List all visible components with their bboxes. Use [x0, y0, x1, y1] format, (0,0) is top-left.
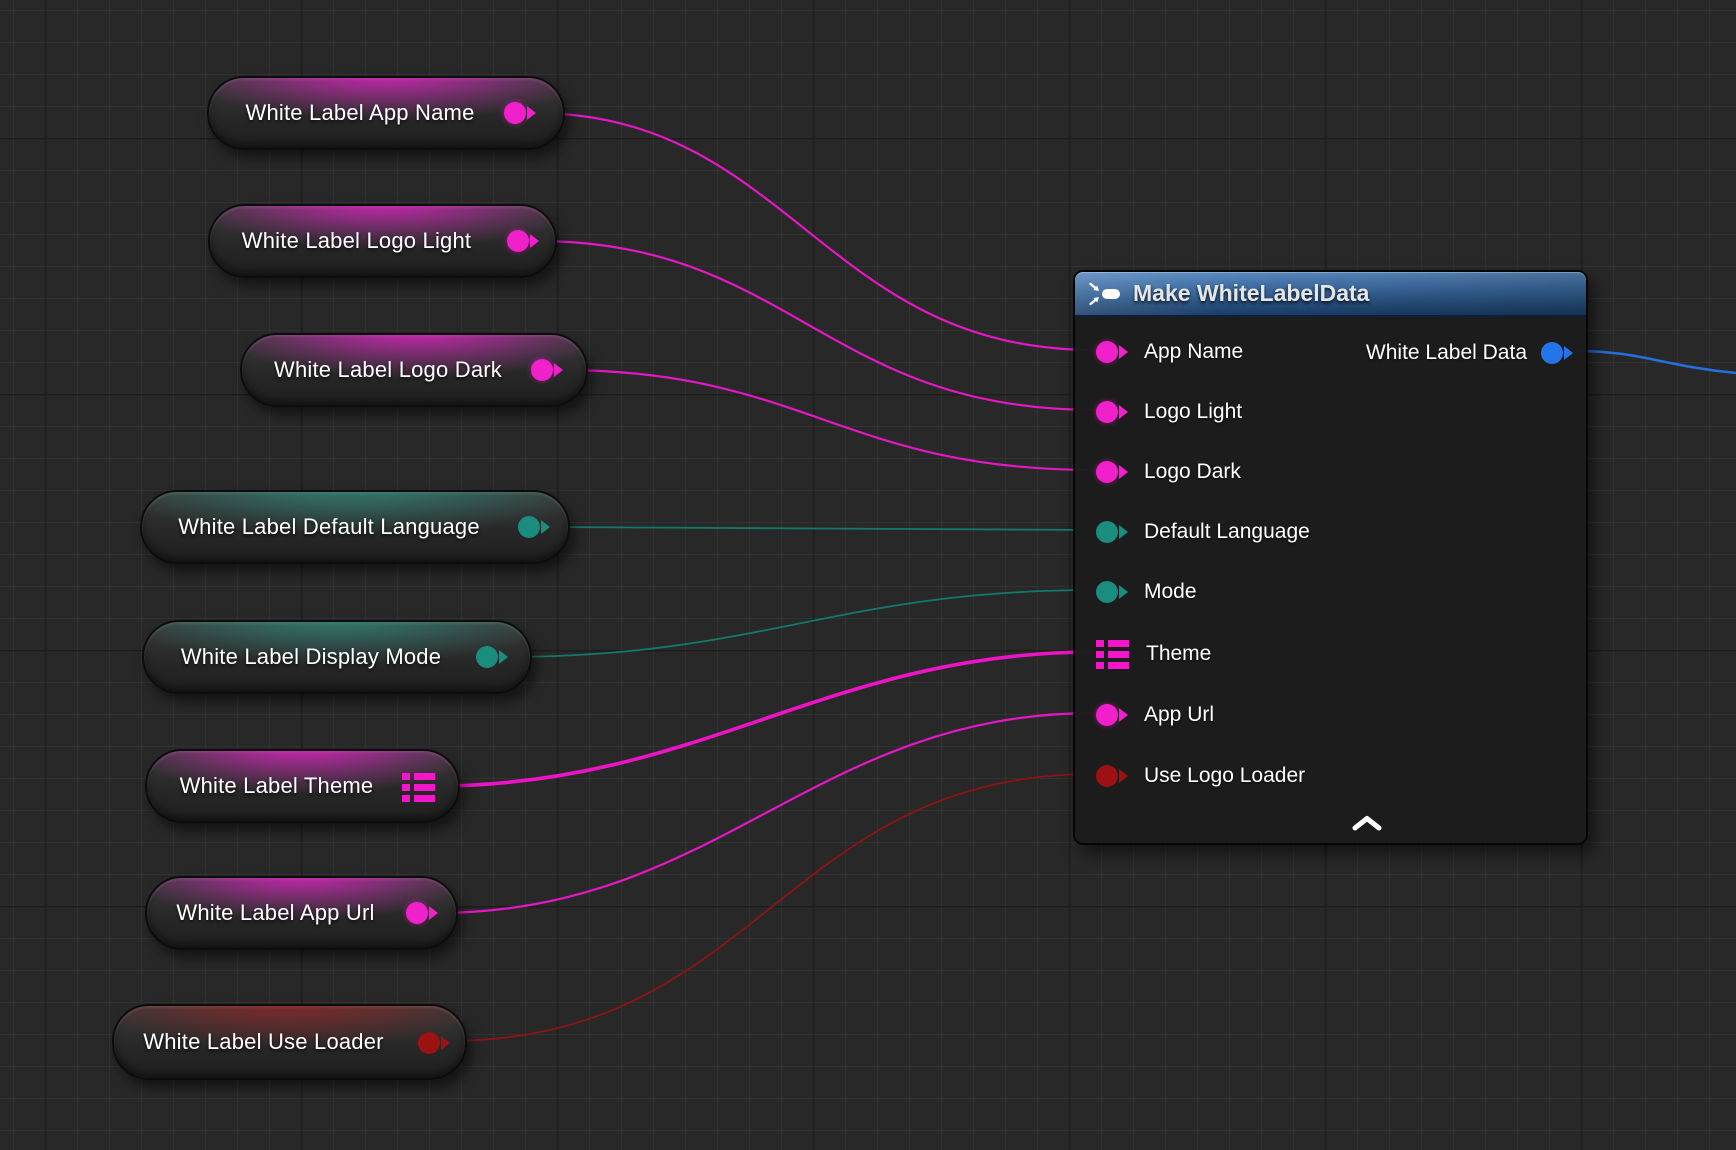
bool-input-pin-icon[interactable] — [1096, 765, 1128, 787]
node-white-label-app-name[interactable]: White Label App Name — [207, 76, 565, 150]
string-output-pin-icon[interactable] — [406, 902, 438, 924]
node-white-label-use-loader[interactable]: White Label Use Loader — [112, 1004, 467, 1080]
blueprint-graph-canvas[interactable]: White Label App Name White Label Logo Li… — [0, 0, 1736, 1150]
enum-input-pin-icon[interactable] — [1096, 521, 1128, 543]
input-row-app-url: App Url — [1075, 685, 1586, 745]
enum-output-pin-icon[interactable] — [518, 516, 550, 538]
wire-default-language[interactable] — [547, 527, 1095, 530]
string-input-pin-icon[interactable] — [1096, 401, 1128, 423]
node-white-label-logo-light[interactable]: White Label Logo Light — [208, 204, 557, 278]
node-label: White Label App Url — [176, 900, 374, 926]
wire-use-loader[interactable] — [447, 774, 1095, 1041]
string-output-pin-icon[interactable] — [531, 359, 563, 381]
wire-logo-dark[interactable] — [560, 370, 1095, 470]
wire-app-name[interactable] — [533, 113, 1095, 350]
output-row-white-label-data: White Label Data — [1075, 323, 1586, 383]
struct-output-pin-icon[interactable] — [1541, 342, 1573, 364]
wire-theme[interactable] — [434, 652, 1094, 786]
bool-output-pin-icon[interactable] — [418, 1032, 450, 1054]
node-white-label-theme[interactable]: White Label Theme — [145, 749, 460, 823]
node-label: White Label Display Mode — [181, 644, 441, 670]
pin-label: App Url — [1144, 703, 1214, 727]
string-input-pin-icon[interactable] — [1096, 704, 1128, 726]
struct-input-pin-icon[interactable] — [1096, 640, 1130, 669]
wire-display-mode[interactable] — [505, 590, 1095, 657]
pin-label: Mode — [1144, 580, 1197, 604]
node-label: White Label Use Loader — [143, 1029, 383, 1055]
pin-label: Logo Light — [1144, 400, 1242, 424]
node-make-whitelabeldata[interactable]: Make WhiteLabelData App Name Logo Light … — [1073, 270, 1588, 845]
input-row-theme: Theme — [1075, 624, 1586, 684]
wire-app-url[interactable] — [435, 713, 1095, 913]
node-label: White Label Default Language — [178, 514, 480, 540]
node-white-label-logo-dark[interactable]: White Label Logo Dark — [240, 333, 588, 407]
input-row-use-logo-loader: Use Logo Loader — [1075, 746, 1586, 806]
make-node-header[interactable]: Make WhiteLabelData — [1075, 272, 1586, 317]
pin-label: Theme — [1146, 642, 1211, 666]
input-row-logo-dark: Logo Dark — [1075, 442, 1586, 502]
string-input-pin-icon[interactable] — [1096, 461, 1128, 483]
node-label: White Label Logo Dark — [274, 357, 502, 383]
node-white-label-default-language[interactable]: White Label Default Language — [140, 490, 570, 564]
input-row-logo-light: Logo Light — [1075, 382, 1586, 442]
pin-label: Logo Dark — [1144, 460, 1241, 484]
node-label: White Label App Name — [245, 100, 474, 126]
node-white-label-display-mode[interactable]: White Label Display Mode — [142, 620, 532, 694]
struct-output-pin-icon[interactable] — [402, 773, 436, 802]
string-output-pin-icon[interactable] — [504, 102, 536, 124]
pin-label: White Label Data — [1366, 341, 1527, 365]
enum-output-pin-icon[interactable] — [476, 646, 508, 668]
collapse-node-button[interactable] — [1351, 815, 1383, 832]
wire-logo-light[interactable] — [536, 241, 1095, 410]
node-white-label-app-url[interactable]: White Label App Url — [145, 876, 458, 950]
pin-label: Use Logo Loader — [1144, 764, 1305, 788]
node-label: White Label Logo Light — [242, 228, 471, 254]
chevron-up-icon — [1351, 815, 1383, 832]
node-label: White Label Theme — [180, 773, 374, 799]
wire-white-label-data[interactable] — [1576, 351, 1736, 373]
enum-input-pin-icon[interactable] — [1096, 581, 1128, 603]
input-row-mode: Mode — [1075, 562, 1586, 622]
make-struct-icon — [1088, 282, 1122, 306]
pin-label: Default Language — [1144, 520, 1310, 544]
string-output-pin-icon[interactable] — [507, 230, 539, 252]
make-node-title: Make WhiteLabelData — [1133, 280, 1369, 307]
input-row-default-language: Default Language — [1075, 502, 1586, 562]
